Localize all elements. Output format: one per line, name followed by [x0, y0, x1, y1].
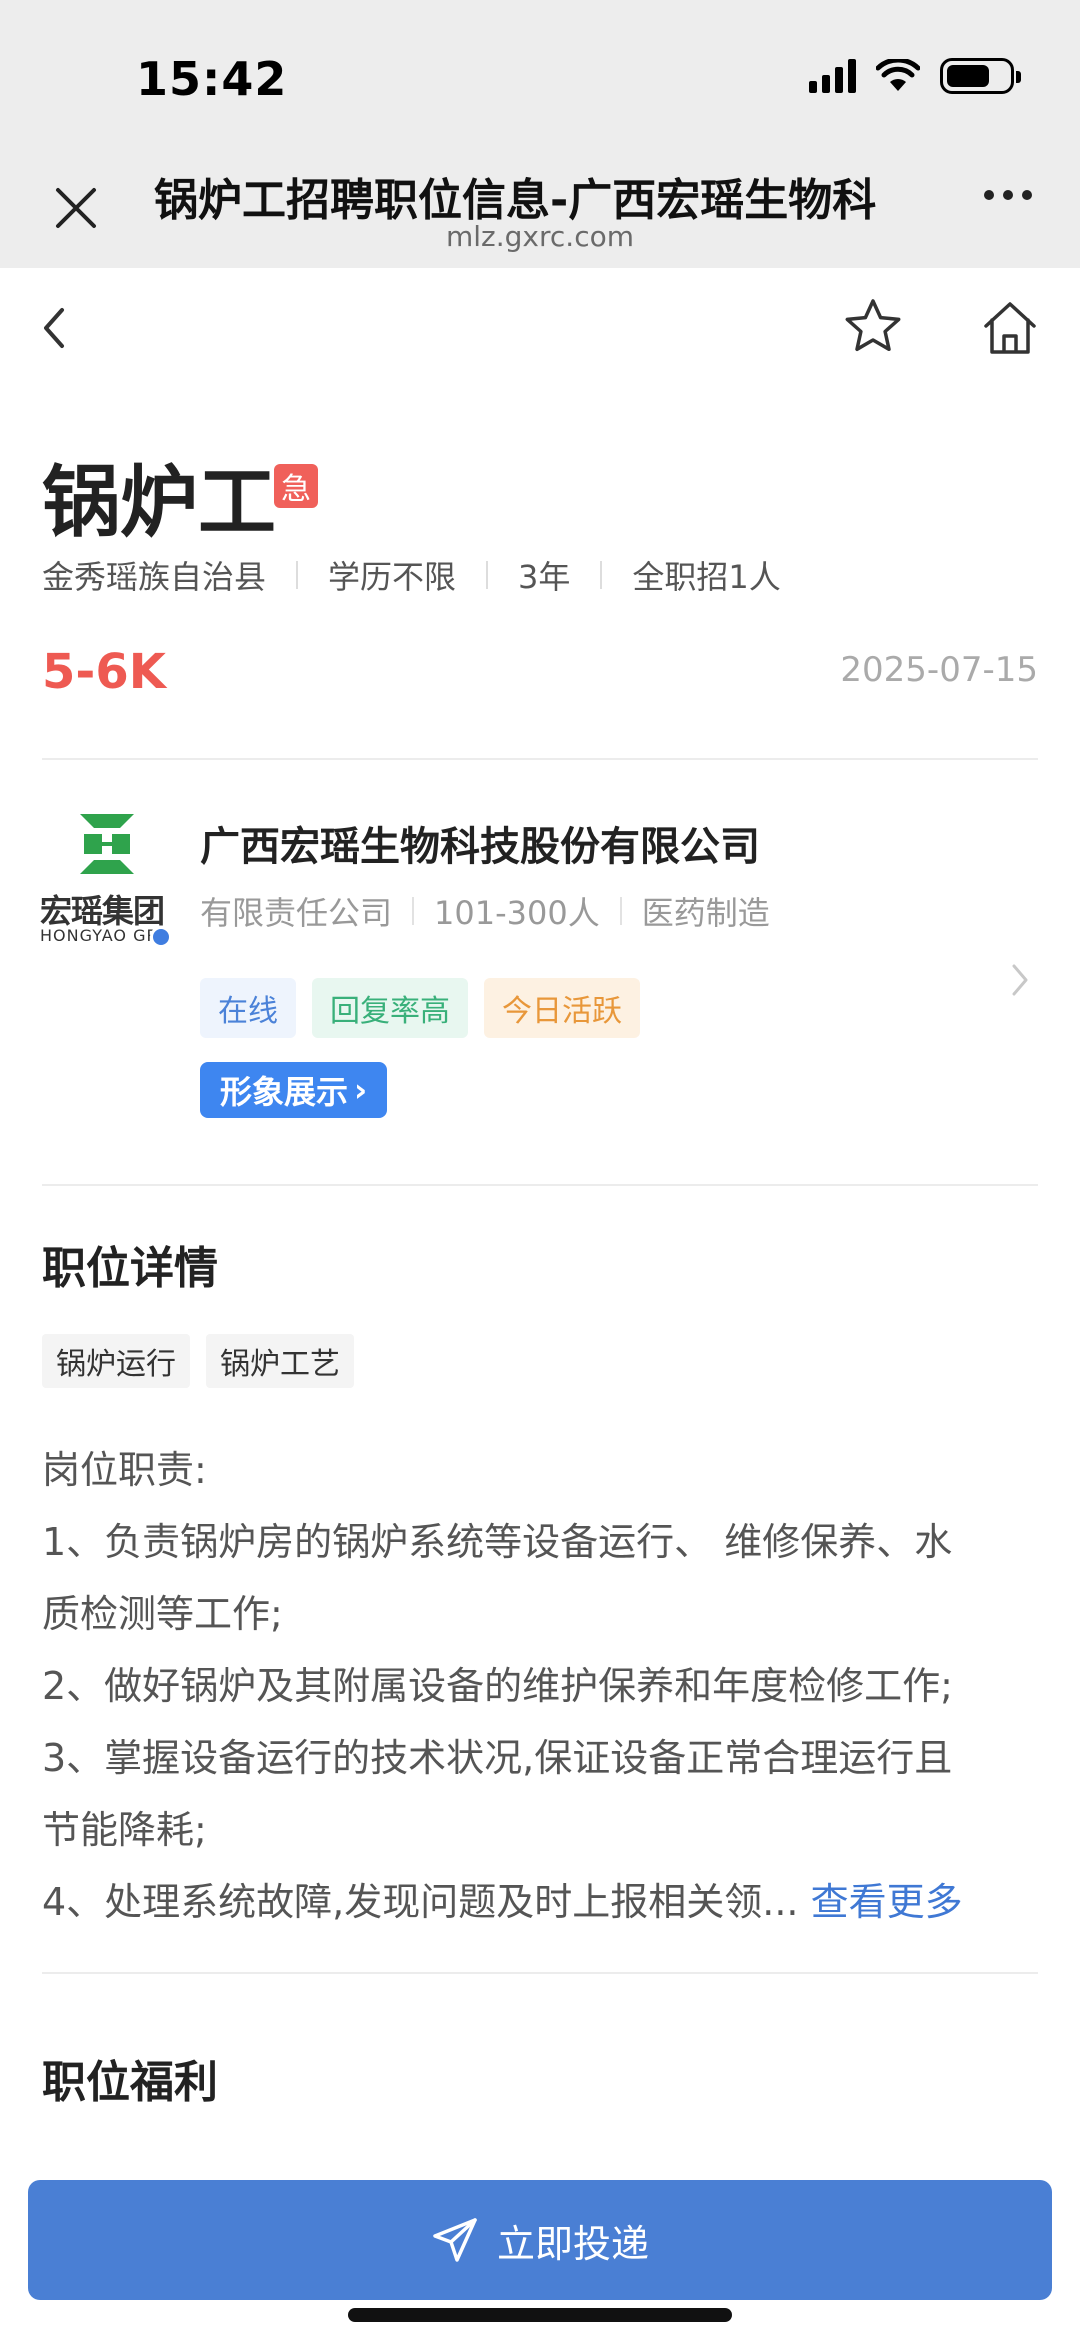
nav-bar [0, 268, 1080, 388]
salary: 5-6K [42, 644, 166, 700]
online-dot-icon [150, 926, 172, 948]
section-title-benefits: 职位福利 [42, 2057, 218, 2108]
job-experience: 3年 [518, 558, 571, 596]
separator [412, 897, 415, 925]
page-url: mlz.gxrc.com [446, 220, 634, 253]
job-description: 岗位职责: 1、负责锅炉房的锅炉系统等设备运行、 维修保养、水 质检测等工作; … [42, 1434, 1042, 1938]
separator [600, 561, 603, 589]
see-more-link[interactable]: 查看更多 [811, 1880, 963, 1924]
job-type: 全职招1人 [632, 558, 781, 596]
cellular-signal-icon [809, 59, 856, 93]
company-industry: 医药制造 [641, 894, 770, 932]
battery-icon [940, 58, 1021, 94]
company-size: 101-300人 [434, 894, 600, 932]
job-location: 金秀瑶族自治县 [42, 558, 267, 596]
post-date: 2025-07-15 [840, 650, 1038, 690]
company-logo-mark [80, 814, 134, 874]
apply-button[interactable]: 立即投递 [28, 2180, 1052, 2300]
system-icons [809, 58, 1021, 94]
urgent-badge: 急 [274, 464, 318, 508]
company-logo: 宏瑶集团 HONGYAO GRO [40, 814, 174, 948]
status-bar: 15:42 [0, 0, 1080, 150]
divider [42, 1972, 1038, 1974]
showcase-button[interactable]: 形象展示 › [200, 1062, 388, 1118]
status-time: 15:42 [136, 52, 288, 106]
separator [619, 897, 622, 925]
skill-tag: 锅炉工艺 [206, 1334, 354, 1388]
browser-title-bar: 锅炉工招聘职位信息-广西宏瑶生物科 mlz.gxrc.com [0, 150, 1080, 268]
chevron-right-icon[interactable] [1008, 960, 1032, 1000]
paper-plane-icon [433, 2218, 477, 2262]
skill-tag: 锅炉运行 [42, 1334, 190, 1388]
showcase-label: 形象展示 [220, 1073, 349, 1111]
wifi-icon [876, 59, 920, 91]
company-name: 广西宏瑶生物科技股份有限公司 [200, 824, 760, 870]
home-icon[interactable] [980, 298, 1040, 358]
description-line: 岗位职责: [42, 1448, 207, 1492]
company-tags: 在线 回复率高 今日活跃 [200, 978, 640, 1038]
page-title: 锅炉工招聘职位信息-广西宏瑶生物科 [154, 175, 877, 224]
description-line: 2、做好锅炉及其附属设备的维护保养和年度检修工作; [42, 1664, 953, 1708]
chevron-left-icon[interactable] [36, 302, 76, 354]
description-line: 质检测等工作; [42, 1592, 283, 1636]
skill-tags: 锅炉运行 锅炉工艺 [42, 1334, 354, 1388]
section-title-details: 职位详情 [42, 1243, 218, 1294]
company-card[interactable]: 宏瑶集团 HONGYAO GRO 广西宏瑶生物科技股份有限公司 有限责任公司 1… [0, 760, 1080, 1184]
chevron-right-icon: › [354, 1071, 368, 1109]
tag-online: 在线 [200, 978, 296, 1038]
apply-label: 立即投递 [496, 2221, 649, 2266]
company-meta: 有限责任公司 101-300人 医药制造 [200, 888, 770, 934]
separator [486, 561, 489, 589]
company-kind: 有限责任公司 [200, 894, 393, 932]
tag-reply-rate: 回复率高 [312, 978, 468, 1038]
description-line: 节能降耗; [42, 1808, 207, 1852]
job-education: 学历不限 [328, 558, 457, 596]
description-line: 1、负责锅炉房的锅炉系统等设备运行、 维修保养、水 [42, 1520, 953, 1564]
job-meta: 金秀瑶族自治县 学历不限 3年 全职招1人 [42, 552, 781, 598]
description-last-line: 4、处理系统故障,发现问题及时上报相关领... 查看更多 [42, 1866, 1042, 1938]
description-line: 3、掌握设备运行的技术状况,保证设备正常合理运行且 [42, 1736, 953, 1780]
tag-active-today: 今日活跃 [484, 978, 640, 1038]
separator [296, 561, 299, 589]
description-line: 4、处理系统故障,发现问题及时上报相关领... [42, 1880, 799, 1924]
divider [42, 1184, 1038, 1186]
job-title: 锅炉工 [42, 458, 277, 548]
home-indicator [348, 2308, 732, 2322]
star-icon[interactable] [842, 296, 904, 358]
more-dots-icon[interactable] [984, 190, 1032, 200]
